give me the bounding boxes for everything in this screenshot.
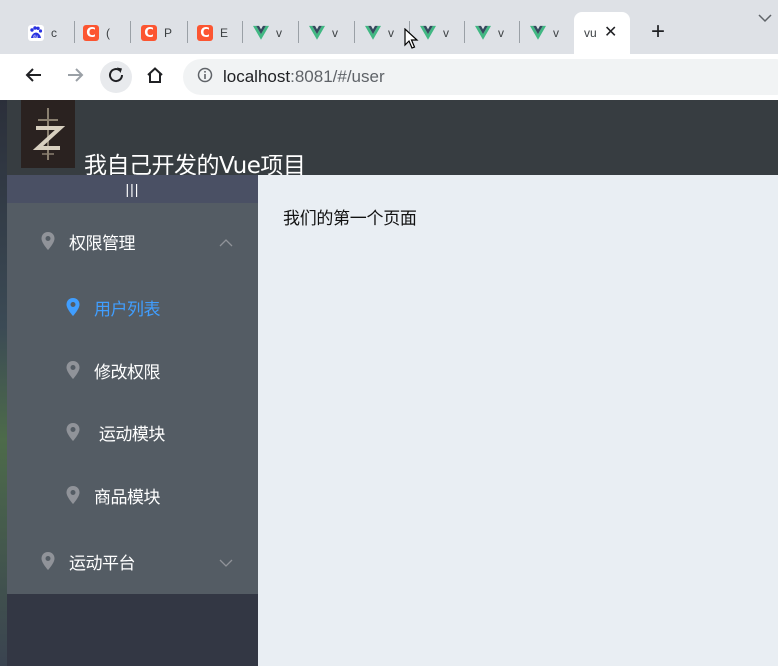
tab-vue-3[interactable]: v [345, 12, 398, 54]
location-icon [65, 297, 81, 317]
menu-label: 商品模块 [94, 487, 161, 508]
tab-title: v [498, 26, 504, 40]
address-bar[interactable]: localhost:8081/#/user [183, 59, 778, 95]
page-viewport: 我自己开发的Vue项目 ||| 权限管理 用户列表 修改权限 运动模块 商品模块… [7, 100, 778, 666]
reload-button[interactable] [100, 61, 132, 93]
info-icon[interactable] [197, 67, 213, 88]
svg-text:du: du [33, 34, 39, 39]
tab-vue-2[interactable]: v [289, 12, 342, 54]
vue-icon [309, 25, 325, 41]
tab-title: v [443, 26, 449, 40]
app-header: 我自己开发的Vue项目 [7, 100, 778, 179]
forward-button[interactable] [59, 61, 91, 93]
location-icon [65, 485, 81, 505]
reload-icon [107, 66, 125, 89]
vue-icon [420, 25, 436, 41]
home-button[interactable] [139, 61, 171, 93]
browser-toolbar: localhost:8081/#/user [0, 54, 778, 100]
tab-strip: du c C ( C P C E v v v v v v vu ✕ + [0, 0, 778, 54]
chevron-down-icon [219, 555, 233, 567]
chevron-up-icon [219, 235, 233, 247]
tab-title: v [276, 26, 282, 40]
mouse-cursor-icon [404, 27, 420, 55]
menu-label: 权限管理 [69, 233, 136, 254]
csdn-icon: C [141, 25, 157, 41]
menu-item-goods-module[interactable]: 商品模块 [7, 464, 258, 526]
menu-label: 修改权限 [94, 362, 161, 383]
tab-title: v [553, 26, 559, 40]
back-button[interactable] [18, 61, 50, 93]
tab-active[interactable]: vu ✕ [574, 12, 630, 54]
menu-item-edit-permissions[interactable]: 修改权限 [7, 339, 258, 401]
tab-title: v [332, 26, 338, 40]
page-heading: 我们的第一个页面 [283, 209, 417, 229]
tab-title: ( [106, 26, 110, 40]
tab-title: v [388, 26, 394, 40]
csdn-icon: C [83, 25, 99, 41]
tab-csdn-2[interactable]: C P [121, 12, 174, 54]
sidebar-toggle-button[interactable]: ||| [7, 175, 258, 203]
menu-item-sports-module[interactable]: 运动模块 [7, 401, 258, 463]
location-icon [40, 231, 56, 251]
sidebar-menu: 权限管理 用户列表 修改权限 运动模块 商品模块 运动平台 [7, 203, 258, 594]
new-tab-button[interactable]: + [648, 20, 668, 44]
browser-window: du c C ( C P C E v v v v v v vu ✕ + loca… [0, 0, 778, 666]
main-content: 我们的第一个页面 [258, 175, 778, 666]
tab-title: P [164, 26, 173, 40]
tab-csdn-1[interactable]: C ( [63, 12, 116, 54]
vue-icon [530, 25, 546, 41]
vue-icon [253, 25, 269, 41]
arrow-left-icon [25, 66, 43, 89]
background-window-edge [0, 100, 7, 666]
menu-label: 用户列表 [94, 299, 161, 320]
home-icon [146, 66, 164, 89]
close-icon[interactable]: ✕ [604, 25, 617, 41]
menu-group-sports-platform[interactable]: 运动平台 [7, 530, 258, 592]
tab-title: vu [584, 26, 597, 40]
location-icon [40, 551, 56, 571]
tab-baidu[interactable]: du c [8, 12, 61, 54]
sidebar: ||| 权限管理 用户列表 修改权限 运动模块 商品模块 运动平台 [7, 175, 258, 666]
menu-group-permissions[interactable]: 权限管理 [7, 210, 258, 272]
location-icon [65, 422, 81, 442]
url-host: localhost [223, 67, 291, 86]
logo-image [21, 100, 75, 168]
tab-vue-6[interactable]: v [510, 12, 563, 54]
vue-icon [475, 25, 491, 41]
tab-vue-1[interactable]: v [233, 12, 286, 54]
tab-search-icon[interactable] [758, 10, 772, 26]
vue-icon [365, 25, 381, 41]
url-path: :8081/#/user [290, 67, 385, 86]
csdn-icon: C [197, 25, 213, 41]
tab-title: E [220, 26, 229, 40]
menu-label: 运动平台 [69, 553, 136, 574]
menu-item-user-list[interactable]: 用户列表 [7, 276, 258, 338]
tab-csdn-3[interactable]: C E [177, 12, 230, 54]
tab-vue-5[interactable]: v [455, 12, 508, 54]
menu-label: 运动模块 [94, 424, 166, 445]
location-icon [65, 360, 81, 380]
tab-title: c [51, 26, 57, 40]
url-text: localhost:8081/#/user [223, 67, 385, 87]
baidu-icon: du [28, 25, 44, 41]
arrow-right-icon [66, 66, 84, 89]
